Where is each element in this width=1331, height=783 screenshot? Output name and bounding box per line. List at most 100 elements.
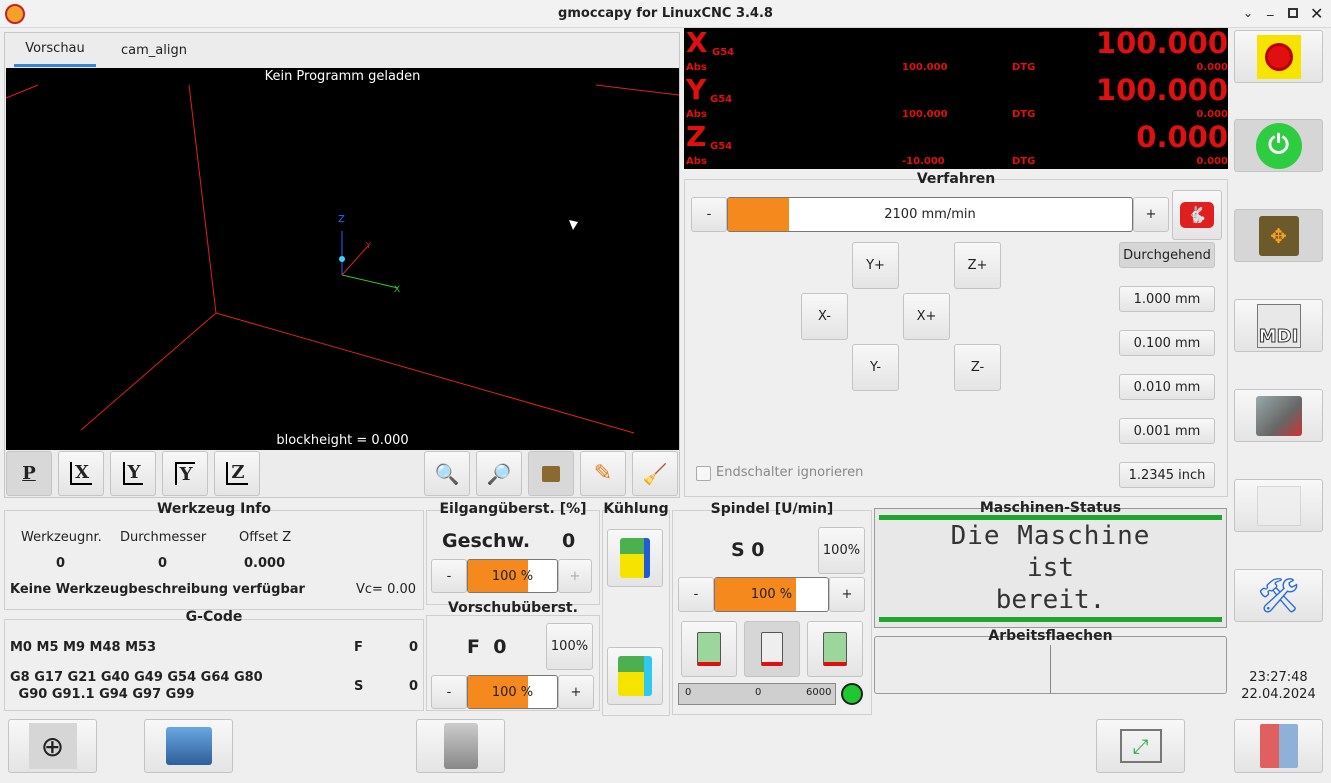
view-x-label: X [70,462,92,485]
tool-description: Keine Werkzeugbeschreibung verfügbar [10,582,305,597]
rapid-plus-button[interactable]: + [558,559,592,593]
settings-button[interactable]: 🛠 [1234,569,1323,622]
dro-z[interactable]: Z G54 0.000 Abs -10.000 DTG 0.000 [684,120,1228,169]
workarea-divider [1050,645,1051,694]
spindle-reverse-button[interactable] [807,621,863,677]
increment-1-button[interactable]: 1.000 mm [1119,286,1215,312]
view-y-button[interactable]: Y [110,451,156,496]
tool-probe-icon [165,727,212,765]
tool-measure-button[interactable] [144,719,233,773]
view-dimensions-button[interactable] [528,451,574,496]
power-on-button[interactable]: ⏻ [1234,119,1323,172]
jog-zminus-button[interactable]: Z- [954,344,1001,391]
dro-x-coord: G54 [712,47,735,58]
spindle-reset-button[interactable]: 100% [818,527,865,574]
jog-speed-plus-button[interactable]: + [1133,197,1169,232]
exit-button[interactable] [1234,719,1323,773]
spindle-stop-button[interactable] [744,621,800,677]
status-line-3: bereit. [995,585,1106,615]
increment-continuous-button[interactable]: Durchgehend [1119,242,1215,268]
dro-y-letter: Y [686,73,707,106]
spindle-forward-button[interactable] [681,621,737,677]
jog-title: Verfahren [916,171,996,187]
gcode-mcodes: M0 M5 M9 M48 M53 [10,640,157,655]
tools-icon: 🛠 [1256,575,1301,616]
jog-xminus-button[interactable]: X- [801,293,848,340]
manual-mode-button[interactable]: ✥ [1234,209,1323,262]
minimize-down-icon[interactable]: ⌄ [1243,6,1253,20]
dro-x-abs-label: Abs [686,62,707,73]
maximize-icon[interactable] [1288,8,1298,18]
tab-vorschau[interactable]: Vorschau [14,33,96,67]
spindle-override-bar[interactable]: 100 % [714,577,829,612]
spindle-cw-icon [697,632,721,666]
feed-reset-button[interactable]: 100% [546,623,593,670]
edit-button[interactable]: ✎ [580,451,626,496]
tool-diameter-value: 0 [158,556,168,571]
clear-plot-button[interactable]: 🧹 [632,451,678,496]
jog-speed-minus-button[interactable]: - [691,197,727,232]
dro-z-dtg: 0.000 [1196,156,1228,167]
jog-zplus-button[interactable]: Z+ [954,242,1001,289]
spindle-minus-button[interactable]: - [678,577,714,612]
auto-mode-button[interactable] [1234,389,1323,442]
dro-y-dtg-label: DTG [1012,109,1036,120]
touch-off-button[interactable]: ⊕ [8,719,97,773]
clock-time: 23:27:48 [1249,670,1308,685]
settings-user-button[interactable] [1234,479,1323,532]
feed-minus-button[interactable]: - [431,675,467,709]
gcode-f-value: 0 [409,640,419,655]
gcode-preview-canvas[interactable]: Z X Y Kein Programm geladen blockheight … [6,68,679,450]
mist-coolant-button[interactable] [607,647,663,705]
close-icon[interactable]: ✕ [1310,4,1323,23]
rapid-minus-button[interactable]: - [431,559,467,593]
tab-cam-align[interactable]: cam_align [110,33,198,67]
view-x-button[interactable]: X [58,451,104,496]
tool-change-button[interactable] [416,719,505,773]
view-z-button[interactable]: Z [214,451,260,496]
tool-info-title: Werkzeug Info [156,501,272,517]
flood-coolant-button[interactable] [607,529,663,587]
increment-inch-button[interactable]: 1.2345 inch [1119,462,1215,488]
jog-xplus-button[interactable]: X+ [903,293,950,340]
spindle-speed-gauge: 0 0 6000 [678,683,836,705]
rapid-override-percent: 100 % [491,568,534,584]
dro-x-value: 100.000 [1095,26,1228,60]
zoom-in-button[interactable]: 🔍 [424,451,470,496]
workarea-title: Arbeitsflaechen [988,628,1113,644]
turtle-jog-button[interactable]: 🐇 [1172,190,1222,240]
fullscreen-button[interactable]: ⤢ [1096,719,1185,773]
feed-override-title: Vorschubüberst. [448,600,578,616]
axis-z-label: Z [338,214,345,225]
view-y2-label: Y [174,462,196,485]
increment-01-button[interactable]: 0.100 mm [1119,330,1215,356]
feed-override-bar[interactable]: 100 % [467,675,558,709]
jog-yplus-button[interactable]: Y+ [852,242,899,289]
dro-y[interactable]: Y G54 100.000 Abs 100.000 DTG 0.000 [684,73,1228,122]
feed-plus-button[interactable]: + [558,675,594,709]
view-p-button[interactable]: P [6,451,52,496]
jog-arrows-icon: ✥ [1258,215,1299,256]
jog-speed-label: 2100 mm/min [884,207,976,222]
gcode-title: G-Code [185,609,243,625]
zoom-out-button[interactable]: 🔎 [476,451,522,496]
dro-x[interactable]: X G54 100.000 Abs 100.000 DTG 0.000 [684,26,1228,75]
increment-001-button[interactable]: 0.010 mm [1119,374,1215,400]
gcode-s-label: S [354,679,364,694]
view-y2-button[interactable]: Y [162,451,208,496]
dro-z-letter: Z [686,120,707,153]
jog-speed-bar[interactable]: 2100 mm/min [727,197,1133,232]
mdi-mode-button[interactable]: MDI [1234,299,1323,352]
spindle-plus-button[interactable]: + [829,577,865,612]
rapid-override-bar[interactable]: 100 % [467,559,558,593]
ignore-limits-label: Endschalter ignorieren [716,465,864,480]
spindle-speed-label: S 0 [731,539,765,561]
status-bottom-bar [879,617,1222,622]
estop-button[interactable] [1234,30,1323,83]
status-line-1: Die Maschine [950,521,1151,551]
spindle-stop-icon [761,632,783,666]
jog-yminus-button[interactable]: Y- [852,344,899,391]
minimize-icon[interactable]: _ [1267,2,1274,17]
ignore-limits-checkbox[interactable] [696,466,711,481]
increment-0001-button[interactable]: 0.001 mm [1119,418,1215,444]
